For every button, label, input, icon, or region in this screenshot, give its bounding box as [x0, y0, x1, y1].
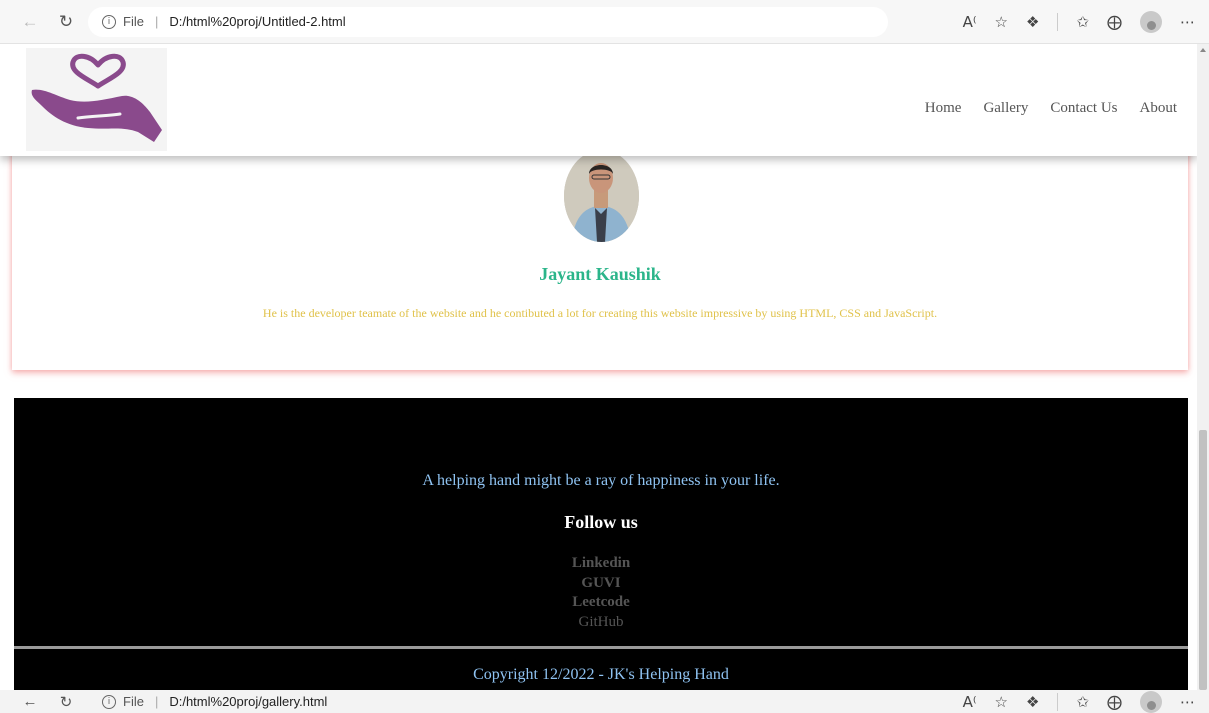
- back-icon[interactable]: ←: [18, 692, 42, 712]
- profile-name: Jayant Kaushik: [539, 264, 661, 284]
- url-text[interactable]: D:/html%20proj/gallery.html: [169, 694, 327, 709]
- address-bar[interactable]: i File | D:/html%20proj/gallery.html: [88, 692, 888, 712]
- toolbar-divider: [1057, 12, 1059, 31]
- leetcode-link[interactable]: Leetcode: [14, 593, 1188, 613]
- main-nav: Home Gallery Contact Us About: [925, 100, 1177, 117]
- file-label: File: [123, 694, 144, 709]
- favorites-icon[interactable]: ✩: [1076, 13, 1089, 31]
- back-icon[interactable]: ←: [18, 10, 42, 34]
- collections-icon[interactable]: ⨁: [1107, 13, 1122, 31]
- guvi-link[interactable]: GUVI: [14, 574, 1188, 594]
- nav-home[interactable]: Home: [925, 100, 962, 117]
- more-icon[interactable]: ⋯: [1180, 693, 1195, 711]
- copyright-text: Copyright 12/2022 - JK's Helping Hand: [473, 666, 729, 683]
- browser-toolbar: ← ↻ i File | D:/html%20proj/Untitled-2.h…: [0, 0, 1209, 44]
- page-viewport: Home Gallery Contact Us About Jayant Kau…: [0, 44, 1197, 690]
- extensions-icon[interactable]: ❖: [1026, 693, 1039, 711]
- address-bar[interactable]: i File | D:/html%20proj/Untitled-2.html: [88, 6, 888, 37]
- add-favorite-icon[interactable]: ☆: [995, 693, 1008, 711]
- nav-about[interactable]: About: [1140, 100, 1178, 117]
- refresh-icon[interactable]: ↻: [54, 10, 78, 34]
- vertical-scrollbar[interactable]: [1197, 44, 1209, 690]
- profile-photo: [564, 150, 639, 242]
- footer-tagline: A helping hand might be a ray of happine…: [422, 472, 780, 489]
- person-photo-icon: [564, 150, 639, 242]
- toolbar-icons: A⁽ ☆ ❖ ✩ ⨁ ⋯: [963, 690, 1195, 713]
- address-separator: |: [154, 14, 159, 29]
- collections-icon[interactable]: ⨁: [1107, 693, 1122, 711]
- more-icon[interactable]: ⋯: [1180, 13, 1195, 31]
- site-header: Home Gallery Contact Us About: [0, 44, 1197, 156]
- toolbar-divider: [1057, 692, 1059, 711]
- second-browser-toolbar: ← ↻ i File | D:/html%20proj/gallery.html…: [0, 690, 1209, 713]
- site-footer: A helping hand might be a ray of happine…: [14, 398, 1188, 690]
- social-links: Linkedin GUVI Leetcode GitHub: [14, 554, 1188, 632]
- site-logo[interactable]: [26, 48, 167, 151]
- toolbar-icons: A⁽ ☆ ❖ ✩ ⨁ ⋯: [963, 0, 1195, 43]
- add-favorite-icon[interactable]: ☆: [995, 13, 1008, 31]
- profile-icon[interactable]: [1140, 10, 1162, 33]
- github-link[interactable]: GitHub: [14, 613, 1188, 633]
- scrollbar-thumb[interactable]: [1199, 430, 1207, 690]
- url-text[interactable]: D:/html%20proj/Untitled-2.html: [169, 14, 345, 29]
- profile-description: He is the developer teamate of the websi…: [262, 306, 938, 320]
- info-icon[interactable]: i: [102, 694, 116, 709]
- refresh-icon[interactable]: ↻: [54, 692, 78, 712]
- linkedin-link[interactable]: Linkedin: [14, 554, 1188, 574]
- scroll-up-icon[interactable]: [1200, 48, 1206, 52]
- footer-divider: [14, 646, 1188, 649]
- favorites-icon[interactable]: ✩: [1076, 693, 1089, 711]
- nav-gallery[interactable]: Gallery: [983, 100, 1028, 117]
- nav-contact-us[interactable]: Contact Us: [1050, 100, 1117, 117]
- address-separator: |: [154, 694, 159, 709]
- profile-icon[interactable]: [1140, 690, 1162, 713]
- follow-us-heading: Follow us: [564, 512, 638, 532]
- helping-hand-logo-icon: [31, 53, 162, 142]
- file-label: File: [123, 14, 144, 29]
- read-aloud-icon[interactable]: A⁽: [963, 13, 977, 31]
- info-icon[interactable]: i: [102, 14, 116, 29]
- extensions-icon[interactable]: ❖: [1026, 13, 1039, 31]
- read-aloud-icon[interactable]: A⁽: [963, 693, 977, 711]
